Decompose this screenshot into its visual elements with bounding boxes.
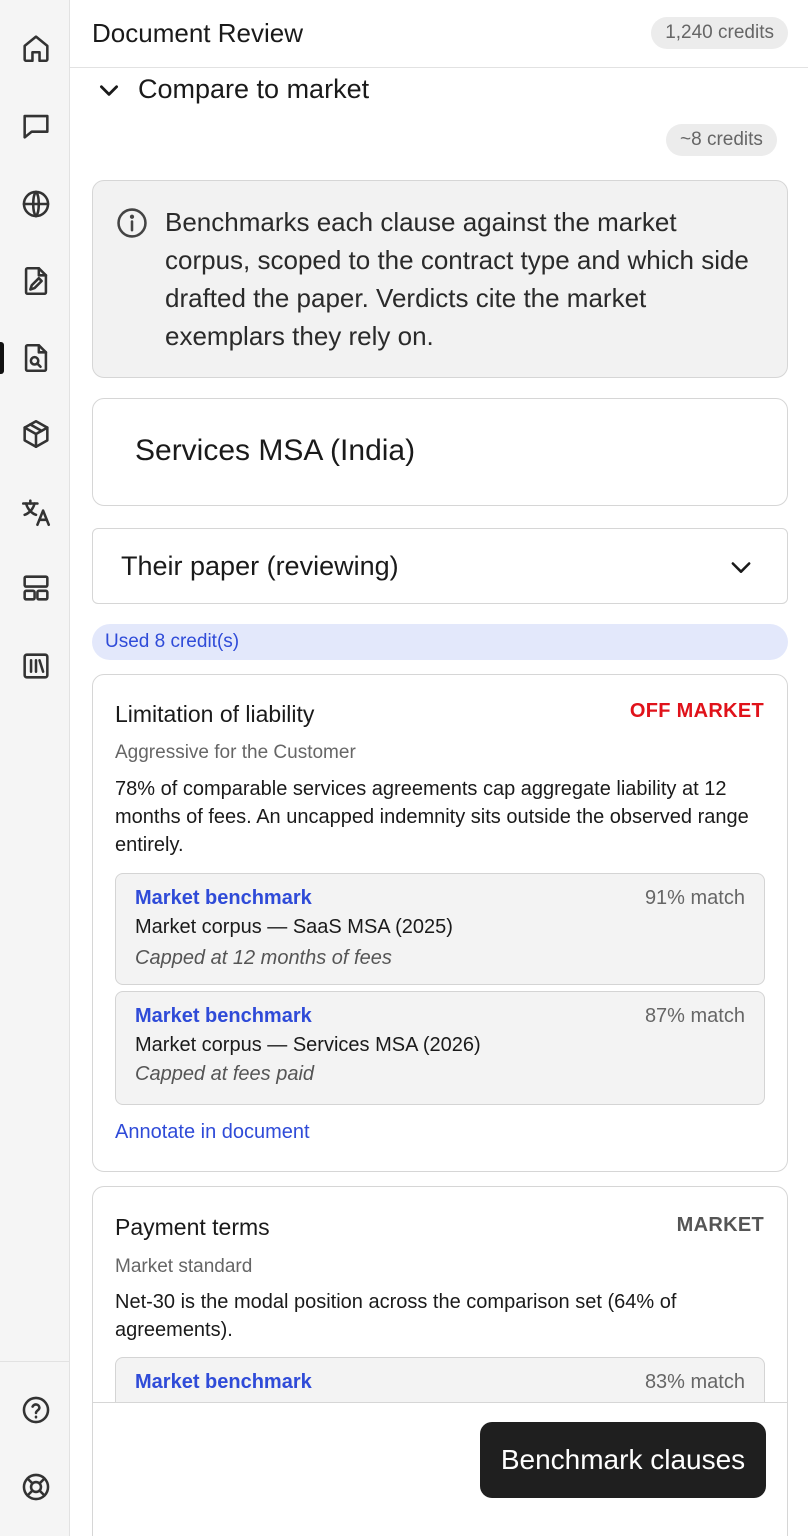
clause-assessment: Aggressive for the Customer	[115, 742, 356, 763]
translate-icon[interactable]	[17, 493, 55, 531]
active-nav-indicator	[0, 342, 4, 374]
globe-icon[interactable]	[17, 185, 55, 223]
layout-icon[interactable]	[17, 569, 55, 607]
benchmark-source: Market corpus — SaaS MSA (2025)	[135, 916, 453, 938]
paper-side-select[interactable]: Their paper (reviewing)	[92, 528, 788, 604]
clause-explanation: Net-30 is the modal position across the …	[115, 1291, 677, 1341]
cost-estimate-badge: ~8 credits	[666, 124, 777, 156]
info-text: Benchmarks each clause against the marke…	[165, 207, 749, 351]
clause-assessment: Market standard	[115, 1256, 253, 1277]
document-search-icon[interactable]	[17, 339, 55, 377]
benchmark-label: Market benchmark	[135, 1005, 312, 1027]
verdict-badge: MARKET	[676, 1214, 764, 1236]
credit-balance-badge: 1,240 credits	[651, 17, 788, 49]
info-callout: Benchmarks each clause against the marke…	[92, 180, 788, 378]
verdict-badge: OFF MARKET	[629, 700, 764, 722]
panel-header: Document Review 1,240 credits	[70, 0, 808, 68]
annotate-in-document-link[interactable]: Annotate in document	[115, 1121, 310, 1144]
benchmark-match: 91% match	[644, 887, 745, 909]
support-icon[interactable]	[17, 1468, 55, 1506]
usage-notice: Used 8 credit(s)	[92, 624, 788, 660]
library-icon[interactable]	[17, 647, 55, 685]
usage-notice-text: Used 8 credit(s)	[105, 631, 240, 652]
benchmark-source: Market corpus — Services MSA (2026)	[135, 1034, 481, 1056]
benchmark-label: Market benchmark	[135, 887, 312, 909]
clause-card: Limitation of liability OFF MARKET Aggre…	[92, 674, 788, 1172]
benchmark-quote: Capped at 12 months of fees	[135, 947, 392, 969]
sidebar-divider	[0, 1361, 70, 1362]
paper-side-value: Their paper (reviewing)	[121, 551, 399, 581]
contract-type-card[interactable]: Services MSA (India)	[92, 398, 788, 506]
home-icon[interactable]	[17, 29, 55, 67]
info-icon	[115, 206, 149, 240]
benchmark-match: 83% match	[644, 1371, 745, 1393]
section-title: Compare to market	[138, 74, 370, 104]
page-title: Document Review	[92, 18, 303, 48]
clause-title: Payment terms	[115, 1214, 270, 1240]
benchmark-label: Market benchmark	[135, 1371, 312, 1393]
document-edit-icon[interactable]	[17, 262, 55, 300]
clause-explanation: 78% of comparable services agreements ca…	[115, 778, 749, 856]
chat-icon[interactable]	[17, 107, 55, 145]
benchmark-card[interactable]: Market benchmark 87% match Market corpus…	[115, 991, 765, 1105]
cube-icon[interactable]	[17, 415, 55, 453]
benchmark-card[interactable]: Market benchmark 91% match Market corpus…	[115, 873, 765, 985]
help-icon[interactable]	[17, 1391, 55, 1429]
benchmark-clauses-button[interactable]: Benchmark clauses	[480, 1422, 766, 1498]
chevron-down-icon	[96, 77, 122, 103]
benchmark-quote: Capped at fees paid	[135, 1063, 315, 1085]
chevron-down-icon	[727, 553, 755, 581]
clause-title: Limitation of liability	[115, 701, 315, 727]
section-toggle[interactable]: Compare to market	[96, 74, 369, 105]
sidebar	[0, 0, 70, 1536]
contract-type-label: Services MSA (India)	[135, 434, 416, 467]
benchmark-match: 87% match	[644, 1005, 745, 1027]
